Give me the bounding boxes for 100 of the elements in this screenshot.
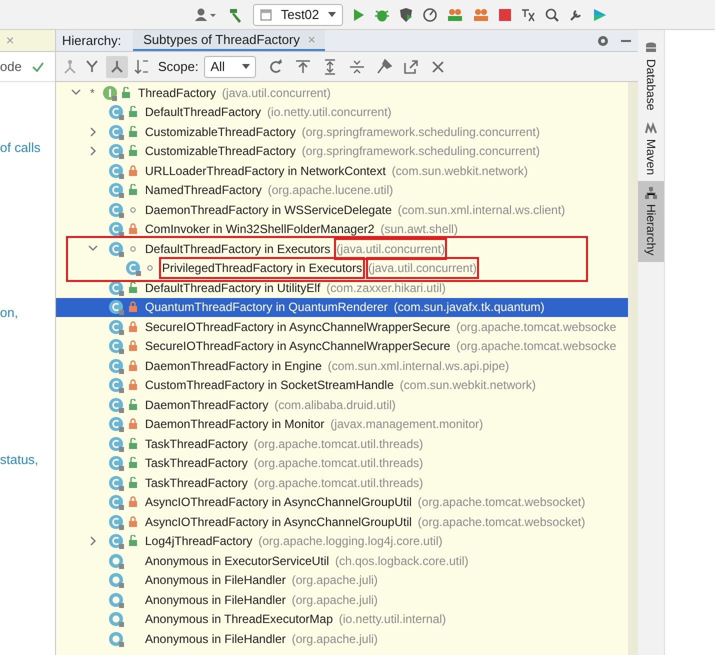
chevron-down-icon[interactable] xyxy=(71,89,81,96)
class-icon xyxy=(107,104,125,120)
wrench-icon[interactable] xyxy=(569,8,583,22)
package-name: (ch.qos.logback.core.util) xyxy=(335,552,468,570)
lock-icon xyxy=(128,223,138,236)
class-name: AsyncIOThreadFactory in AsyncChannelGroupUtil xyxy=(144,514,413,531)
class-icon xyxy=(107,240,125,257)
class-name: CustomThreadFactory in SocketStreamHandle xyxy=(144,377,395,394)
settings-icon[interactable] xyxy=(596,34,610,48)
tree-row[interactable]: Anonymous in FileHandler (org.apache.juli) xyxy=(56,570,628,590)
scope-dropdown[interactable]: All xyxy=(204,56,256,78)
open-lock-icon xyxy=(121,86,131,99)
tree-row[interactable]: CustomizableThreadFactory (org.springframework.scheduling.concurrent) xyxy=(56,142,628,161)
close-icon[interactable] xyxy=(430,58,446,74)
user-icon[interactable] xyxy=(195,8,217,22)
check-icon[interactable] xyxy=(32,62,44,72)
package-name: (com.sun.webkit.network) xyxy=(400,377,536,394)
chevron-right-icon[interactable] xyxy=(90,536,96,546)
tree-row[interactable]: AsyncIOThreadFactory in AsyncChannelGroupUtil (org.apache.tomcat.websocket) xyxy=(56,512,628,532)
class-icon xyxy=(107,221,125,238)
scope-label: Scope: xyxy=(158,58,198,76)
tool-window-tab[interactable]: Hierarchy xyxy=(638,181,664,262)
package-name: (java.util.concurrent) xyxy=(368,259,477,278)
package-name: (org.apache.lucene.util) xyxy=(268,182,394,200)
class-icon xyxy=(107,182,125,198)
package-name: (java.util.concurrent) xyxy=(336,240,446,258)
tree-row[interactable]: SecureIOThreadFactory in AsyncChannelWrapperSecure (org.apache.tomcat.websocke xyxy=(56,317,628,336)
tree-row[interactable]: PrivilegedThreadFactory in Executors (java.util.concurrent) xyxy=(56,258,628,278)
package-name: (com.sun.xml.internal.ws.api.pipe) xyxy=(328,358,510,375)
tree-row[interactable]: TaskThreadFactory (org.apache.tomcat.util.threads) xyxy=(56,454,628,473)
tree-row[interactable]: DaemonThreadFactory in WSServiceDelegate (com.sun.xml.internal.ws.client) xyxy=(56,200,628,220)
shield-icon[interactable] xyxy=(399,8,413,22)
chevron-right-icon[interactable] xyxy=(90,146,96,156)
class-name: CustomizableThreadFactory xyxy=(144,143,297,160)
people-icon[interactable] xyxy=(473,8,489,22)
tree-row[interactable]: Anonymous in ThreadExecutorMap (io.netty.util.internal) xyxy=(56,610,628,629)
tree-row[interactable]: Anonymous in FileHandler (org.apache.juli) xyxy=(56,629,628,648)
open-external-icon[interactable] xyxy=(403,58,420,74)
run-configuration-dropdown[interactable]: Test02 xyxy=(253,4,343,26)
tree-row[interactable]: CustomizableThreadFactory (org.springframework.scheduling.concurrent) xyxy=(56,122,628,142)
bug-icon[interactable] xyxy=(375,8,389,22)
lock-icon xyxy=(128,301,138,314)
chevron-down-icon[interactable] xyxy=(88,245,98,252)
tree-row[interactable]: QuantumThreadFactory in QuantumRenderer (com.sun.javafx.tk.quantum) xyxy=(56,298,628,317)
refresh-icon[interactable] xyxy=(268,58,284,74)
tree-row[interactable]: TaskThreadFactory (org.apache.tomcat.util.threads) xyxy=(56,434,628,454)
tree-row[interactable]: SecureIOThreadFactory in AsyncChannelWrapperSecure (org.apache.tomcat.websocke xyxy=(56,336,628,356)
class-name: DefaultThreadFactory in Executors xyxy=(144,240,332,258)
caret-icon xyxy=(242,64,250,70)
people-icon[interactable] xyxy=(447,8,463,22)
tree-row[interactable]: DaemonThreadFactory (com.alibaba.druid.util) xyxy=(56,395,628,414)
class-icon xyxy=(107,143,125,160)
tree-row[interactable]: Anonymous in FileHandler (org.apache.juli) xyxy=(56,590,628,610)
database-icon xyxy=(645,42,657,54)
tool-window-tab[interactable]: Maven xyxy=(638,116,664,182)
class-name: PrivilegedThreadFactory in Executors xyxy=(161,259,364,278)
tree-row[interactable]: CustomThreadFactory in SocketStreamHandle (com.sun.webkit.network) xyxy=(56,376,628,395)
class-icon xyxy=(107,162,125,179)
lock-icon xyxy=(128,496,138,508)
open-lock-icon xyxy=(128,106,138,118)
tree-row[interactable]: Log4jThreadFactory (org.apache.logging.log4j.core.util) xyxy=(56,532,628,551)
pin-icon[interactable] xyxy=(376,58,392,74)
collapse-all-icon[interactable] xyxy=(349,58,366,74)
tree-row[interactable]: * ThreadFactory (java.util.concurrent) xyxy=(56,83,628,102)
class-icon xyxy=(107,474,125,491)
tree-row[interactable]: DefaultThreadFactory in UtilityElf (com.zaxxer.hikari.util) xyxy=(56,278,628,298)
subtypes-tab[interactable]: Subtypes of ThreadFactory × xyxy=(133,30,326,51)
tree-row[interactable]: DaemonThreadFactory in Engine (com.sun.xml.internal.ws.api.pipe) xyxy=(56,356,628,376)
tree-row[interactable]: NamedThreadFactory (org.apache.lucene.util) xyxy=(56,180,628,200)
sort-icon[interactable] xyxy=(134,58,150,74)
hammer-icon[interactable] xyxy=(227,6,243,22)
tree-row[interactable]: Anonymous in ExecutorServiceUtil (ch.qos.logback.core.util) xyxy=(56,551,628,570)
tree-row[interactable]: DaemonThreadFactory in Monitor (javax.management.monitor) xyxy=(56,414,628,434)
subtypes-icon[interactable] xyxy=(84,58,100,74)
triangle-logo-icon[interactable] xyxy=(593,8,607,22)
class-name: Anonymous in FileHandler xyxy=(144,572,287,590)
package-name: (org.apache.tomcat.websocke xyxy=(456,318,616,336)
scrollbar[interactable] xyxy=(628,82,638,655)
tree-row[interactable]: DefaultThreadFactory in Executors (java.util.concurrent) xyxy=(56,239,628,258)
open-lock-icon xyxy=(128,476,138,489)
tree-row[interactable]: ComInvoker in Win32ShellFolderManager2 (sun.awt.shell) xyxy=(56,220,628,239)
tree-row[interactable]: DefaultThreadFactory (io.netty.util.concurrent) xyxy=(56,102,628,122)
tree-row[interactable]: URLLoaderThreadFactory in NetworkContext (com.sun.webkit.network) xyxy=(56,161,628,180)
package-name: (org.apache.tomcat.websocke xyxy=(456,338,616,356)
gauge-icon[interactable] xyxy=(423,8,437,22)
class-name: DefaultThreadFactory xyxy=(144,104,262,122)
package-name: (com.sun.javafx.tk.quantum) xyxy=(394,299,545,316)
class-name: DaemonThreadFactory in Monitor xyxy=(144,416,326,434)
search-icon[interactable] xyxy=(545,8,559,22)
run-icon[interactable] xyxy=(353,8,365,22)
tree-row[interactable]: AsyncIOThreadFactory in AsyncChannelGroupUtil (org.apache.tomcat.websocket) xyxy=(56,492,628,512)
package-name: (sun.awt.shell) xyxy=(380,221,458,238)
chevron-right-icon[interactable] xyxy=(90,126,96,137)
export-icon[interactable] xyxy=(295,58,312,74)
stop-icon[interactable] xyxy=(499,8,511,20)
tool-window-tab[interactable]: Database xyxy=(638,36,664,116)
type-hierarchy-toggle[interactable] xyxy=(106,56,128,78)
anonymous-class-icon xyxy=(107,611,125,628)
tree-row[interactable]: TaskThreadFactory (org.apache.tomcat.util.threads) xyxy=(56,473,628,492)
open-lock-icon xyxy=(128,457,138,470)
